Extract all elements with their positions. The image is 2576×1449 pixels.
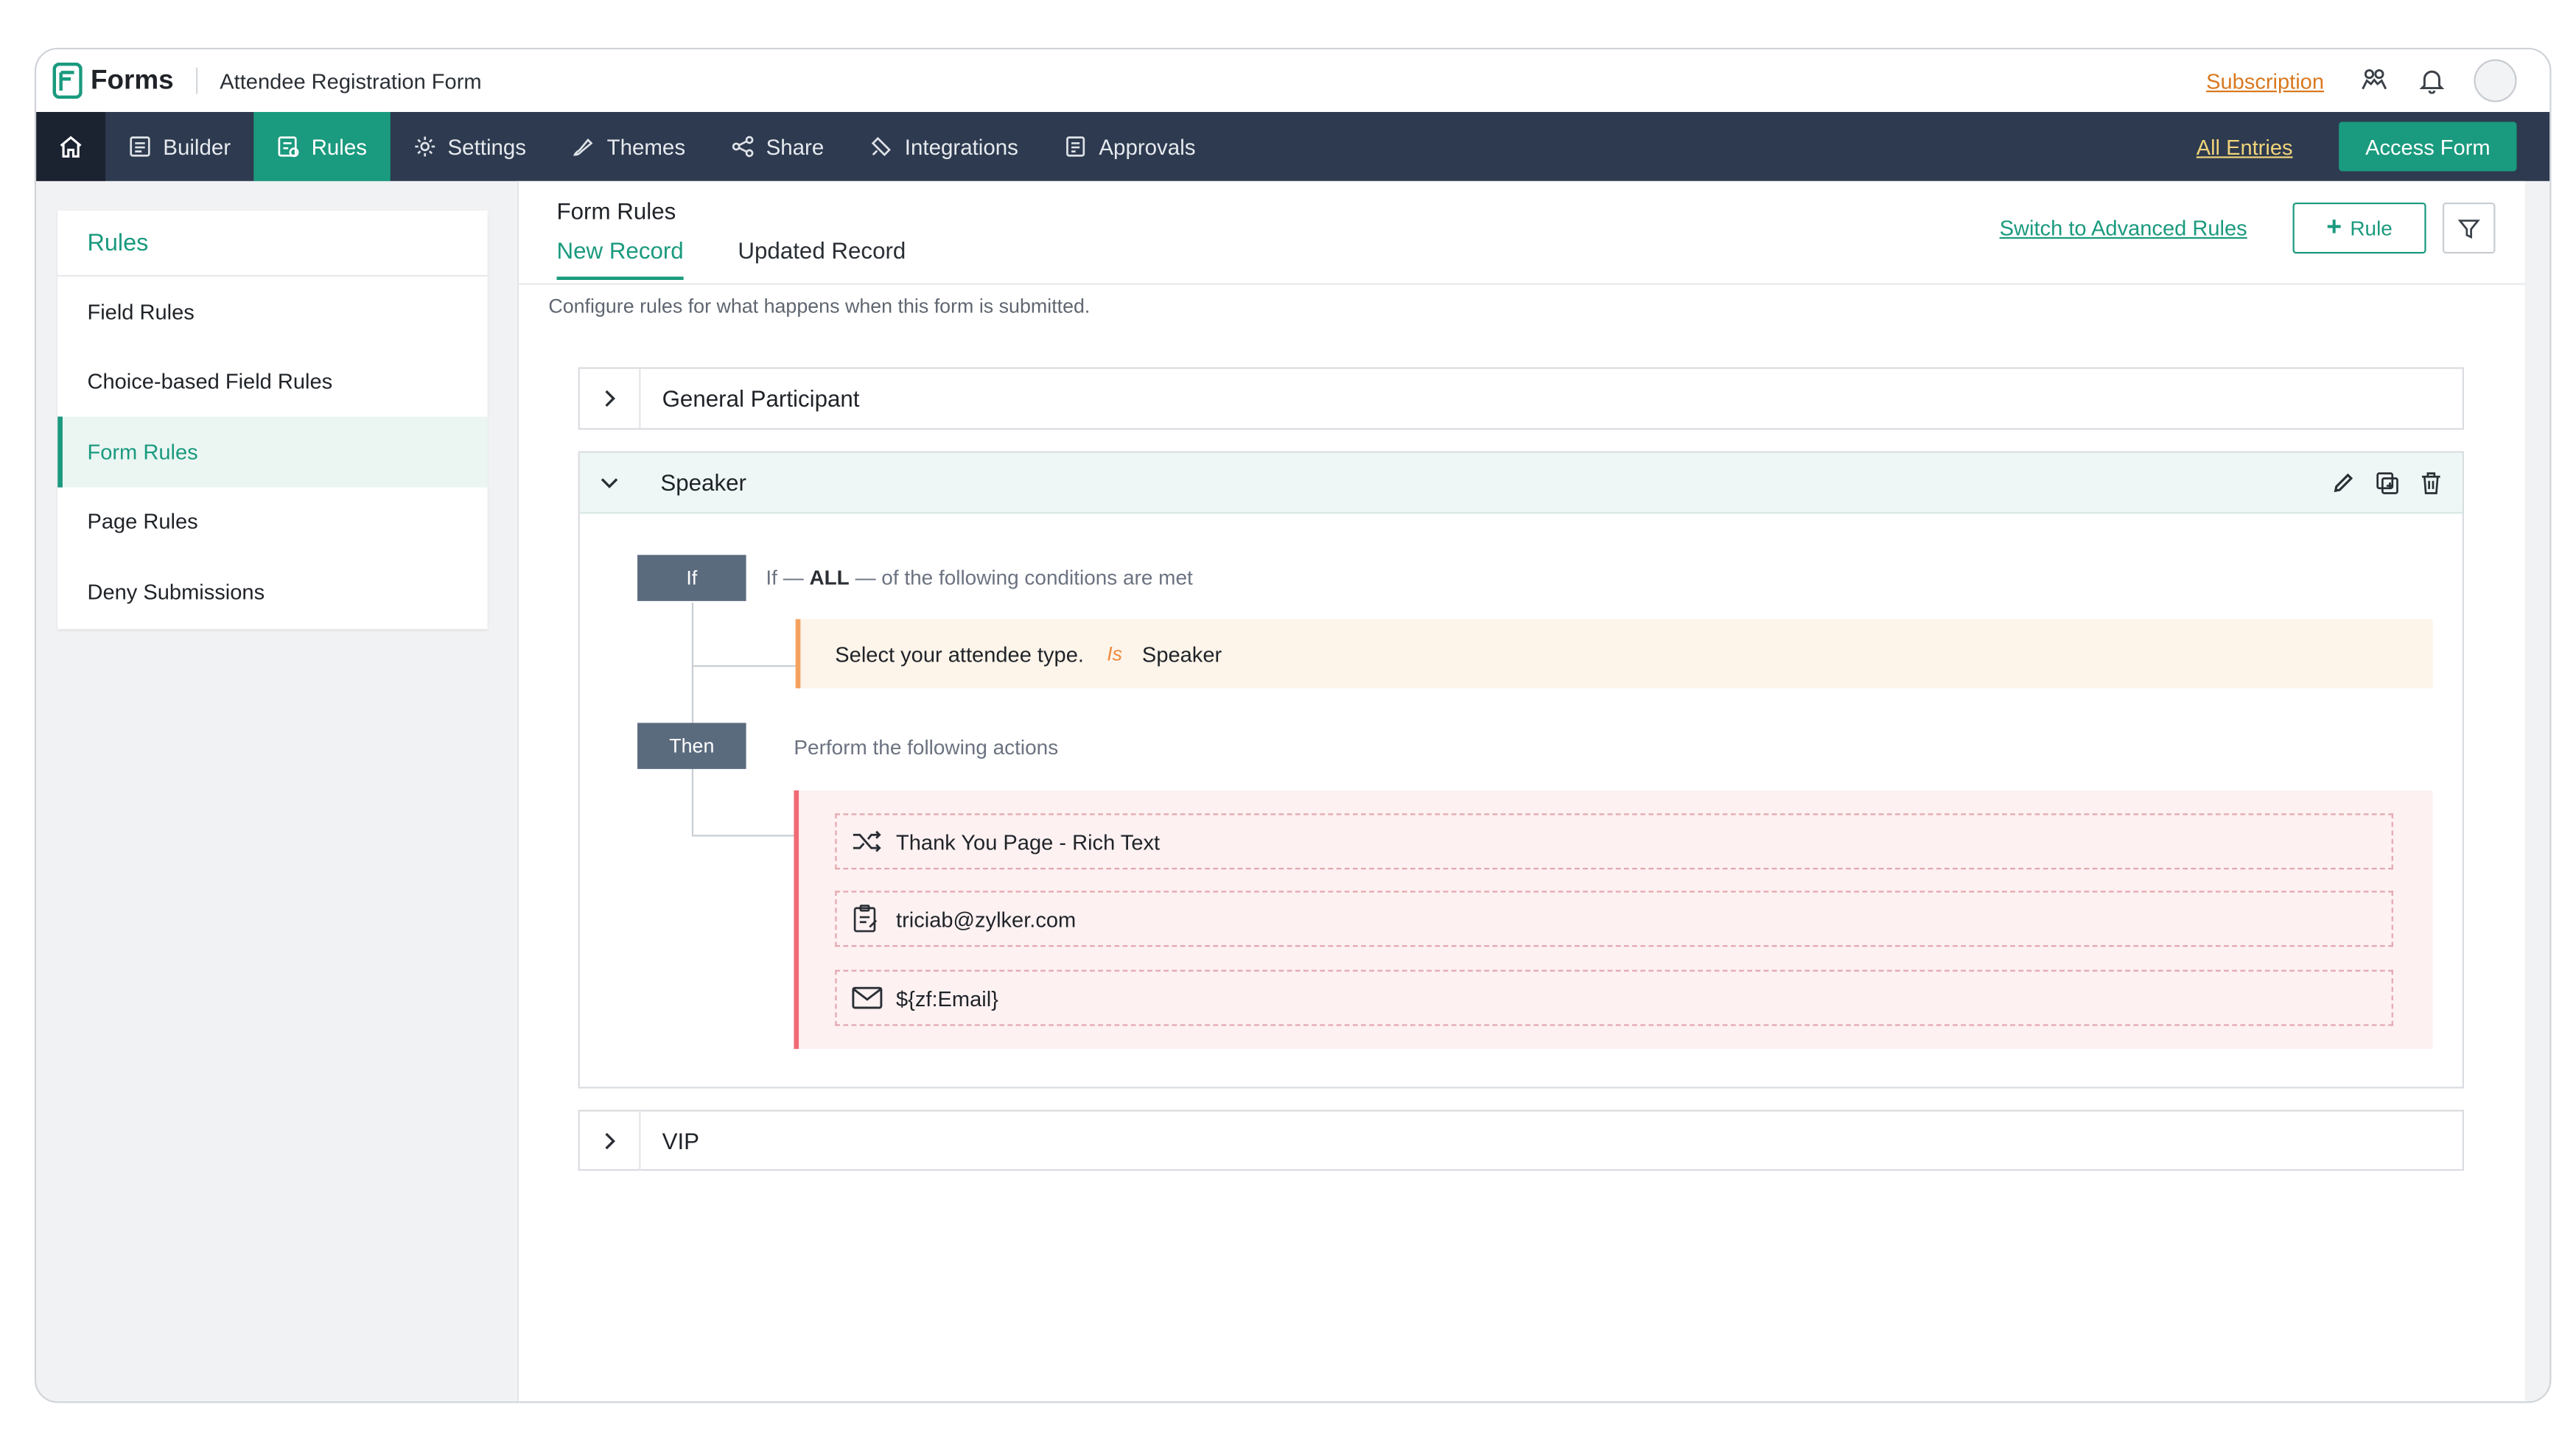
collapse-toggle[interactable]	[580, 453, 639, 512]
top-bar: Forms Attendee Registration Form Subscri…	[36, 49, 2550, 113]
nav-integrations[interactable]: Integrations	[847, 112, 1042, 181]
gear-icon	[414, 136, 435, 157]
sidebar-item-page-rules[interactable]: Page Rules	[57, 487, 487, 557]
rules-main-panel: Form Rules New Record Updated Record Swi…	[517, 180, 2525, 1402]
sidebar-title: Rules	[57, 211, 488, 277]
rule-name: General Participant	[662, 385, 860, 412]
sidebar-item-form-rules[interactable]: Form Rules	[57, 416, 488, 487]
plus-icon: +	[2326, 213, 2342, 242]
action-text: ${zf:Email}	[896, 985, 998, 1011]
nav-builder[interactable]: Builder	[105, 112, 253, 181]
trash-icon[interactable]	[2420, 470, 2443, 495]
condition-prefix: If —	[766, 566, 804, 590]
tab-new-record[interactable]: New Record	[556, 237, 684, 281]
home-icon	[60, 136, 82, 158]
header-divider	[196, 67, 199, 94]
then-badge: Then	[637, 723, 746, 769]
chevron-down-icon	[601, 478, 618, 488]
tree-connector	[691, 603, 694, 835]
duplicate-icon[interactable]	[2375, 470, 2400, 495]
condition-operator: Is	[1107, 642, 1123, 666]
rules-icon	[278, 136, 299, 158]
expand-toggle[interactable]	[580, 1111, 641, 1171]
page-title: Form Rules	[556, 197, 676, 225]
edit-icon[interactable]	[2332, 471, 2355, 494]
filter-button[interactable]	[2442, 202, 2496, 254]
subscription-link[interactable]: Subscription	[2206, 69, 2324, 94]
all-entries-link[interactable]: All Entries	[2197, 134, 2293, 159]
chevron-right-icon	[605, 1132, 616, 1150]
mail-icon	[852, 986, 888, 1009]
chevron-right-icon	[605, 390, 616, 407]
tree-connector	[691, 665, 796, 667]
nav-approvals-label: Approvals	[1099, 134, 1196, 159]
condition-field: Select your attendee type.	[835, 641, 1084, 667]
builder-icon	[130, 136, 150, 157]
rules-header: Form Rules New Record Updated Record Swi…	[519, 181, 2525, 285]
condition-summary: If — ALL — of the following conditions a…	[766, 566, 1192, 589]
rule-card-vip[interactable]: VIP	[578, 1109, 2465, 1171]
bell-icon[interactable]	[2415, 64, 2448, 97]
action-text: Thank You Page - Rich Text	[896, 829, 1161, 855]
action-text: triciab@zylker.com	[896, 906, 1077, 932]
action-item-email-recipient[interactable]: triciab@zylker.com	[835, 891, 2393, 947]
home-button[interactable]	[36, 112, 106, 181]
condition-suffix: — of the following conditions are met	[855, 566, 1193, 590]
forms-logo-icon	[52, 62, 83, 99]
rule-name: Speaker	[660, 469, 746, 496]
shuffle-icon	[852, 830, 888, 853]
nav-approvals[interactable]: Approvals	[1041, 112, 1219, 181]
condition-row[interactable]: Select your attendee type. Is Speaker	[795, 619, 2433, 689]
nav-themes-label: Themes	[606, 134, 686, 159]
sidebar-item-field-rules[interactable]: Field Rules	[57, 277, 487, 347]
rule-card-speaker: Speaker If If — ALL — of the following c…	[578, 451, 2465, 1089]
add-rule-label: Rule	[2350, 216, 2393, 240]
filter-icon	[2457, 219, 2480, 238]
plug-icon	[872, 136, 892, 157]
team-icon[interactable]	[2357, 64, 2390, 97]
nav-settings[interactable]: Settings	[390, 112, 549, 181]
nav-settings-label: Settings	[447, 134, 527, 159]
rule-card-general-participant[interactable]: General Participant	[578, 367, 2465, 430]
user-avatar[interactable]	[2474, 59, 2517, 102]
if-badge: If	[637, 555, 746, 601]
app-window: Forms Attendee Registration Form Subscri…	[34, 47, 2552, 1403]
form-title: Attendee Registration Form	[220, 68, 482, 94]
action-item-thank-you-page[interactable]: Thank You Page - Rich Text	[835, 813, 2393, 870]
sidebar-item-deny-submissions[interactable]: Deny Submissions	[57, 557, 487, 627]
expand-toggle[interactable]	[580, 368, 641, 429]
approval-icon	[1066, 136, 1085, 157]
app-logo[interactable]: Forms	[52, 62, 174, 99]
nav-rules[interactable]: Rules	[253, 112, 391, 181]
main-nav: Builder Rules Settings Themes Share Inte…	[36, 112, 2550, 181]
add-rule-button[interactable]: + Rule	[2292, 202, 2426, 254]
condition-quantifier[interactable]: ALL	[809, 566, 849, 589]
tab-updated-record[interactable]: Updated Record	[738, 237, 906, 264]
nav-integrations-label: Integrations	[904, 134, 1018, 159]
rules-description: Configure rules for what happens when th…	[548, 295, 1091, 318]
access-form-button[interactable]: Access Form	[2339, 122, 2517, 172]
tree-connector	[691, 835, 796, 837]
actions-list: Thank You Page - Rich Text triciab@zylke…	[794, 790, 2433, 1049]
switch-advanced-rules-link[interactable]: Switch to Advanced Rules	[2000, 216, 2247, 241]
app-name: Forms	[90, 65, 174, 95]
rule-name: VIP	[662, 1128, 700, 1154]
share-icon	[732, 136, 754, 158]
nav-builder-label: Builder	[163, 134, 231, 159]
actions-intro: Perform the following actions	[794, 736, 1059, 759]
condition-value: Speaker	[1141, 641, 1222, 667]
nav-share[interactable]: Share	[708, 112, 847, 181]
nav-rules-label: Rules	[311, 134, 367, 159]
rules-sidebar: Rules Field Rules Choice-based Field Rul…	[57, 211, 488, 629]
nav-themes[interactable]: Themes	[549, 112, 708, 181]
brush-icon	[573, 138, 594, 156]
sidebar-item-choice-based-field-rules[interactable]: Choice-based Field Rules	[57, 347, 487, 417]
content-area: Rules Field Rules Choice-based Field Rul…	[36, 180, 2550, 1402]
clipboard-icon	[852, 904, 888, 933]
action-item-email-field[interactable]: ${zf:Email}	[835, 969, 2393, 1026]
nav-share-label: Share	[766, 134, 825, 159]
